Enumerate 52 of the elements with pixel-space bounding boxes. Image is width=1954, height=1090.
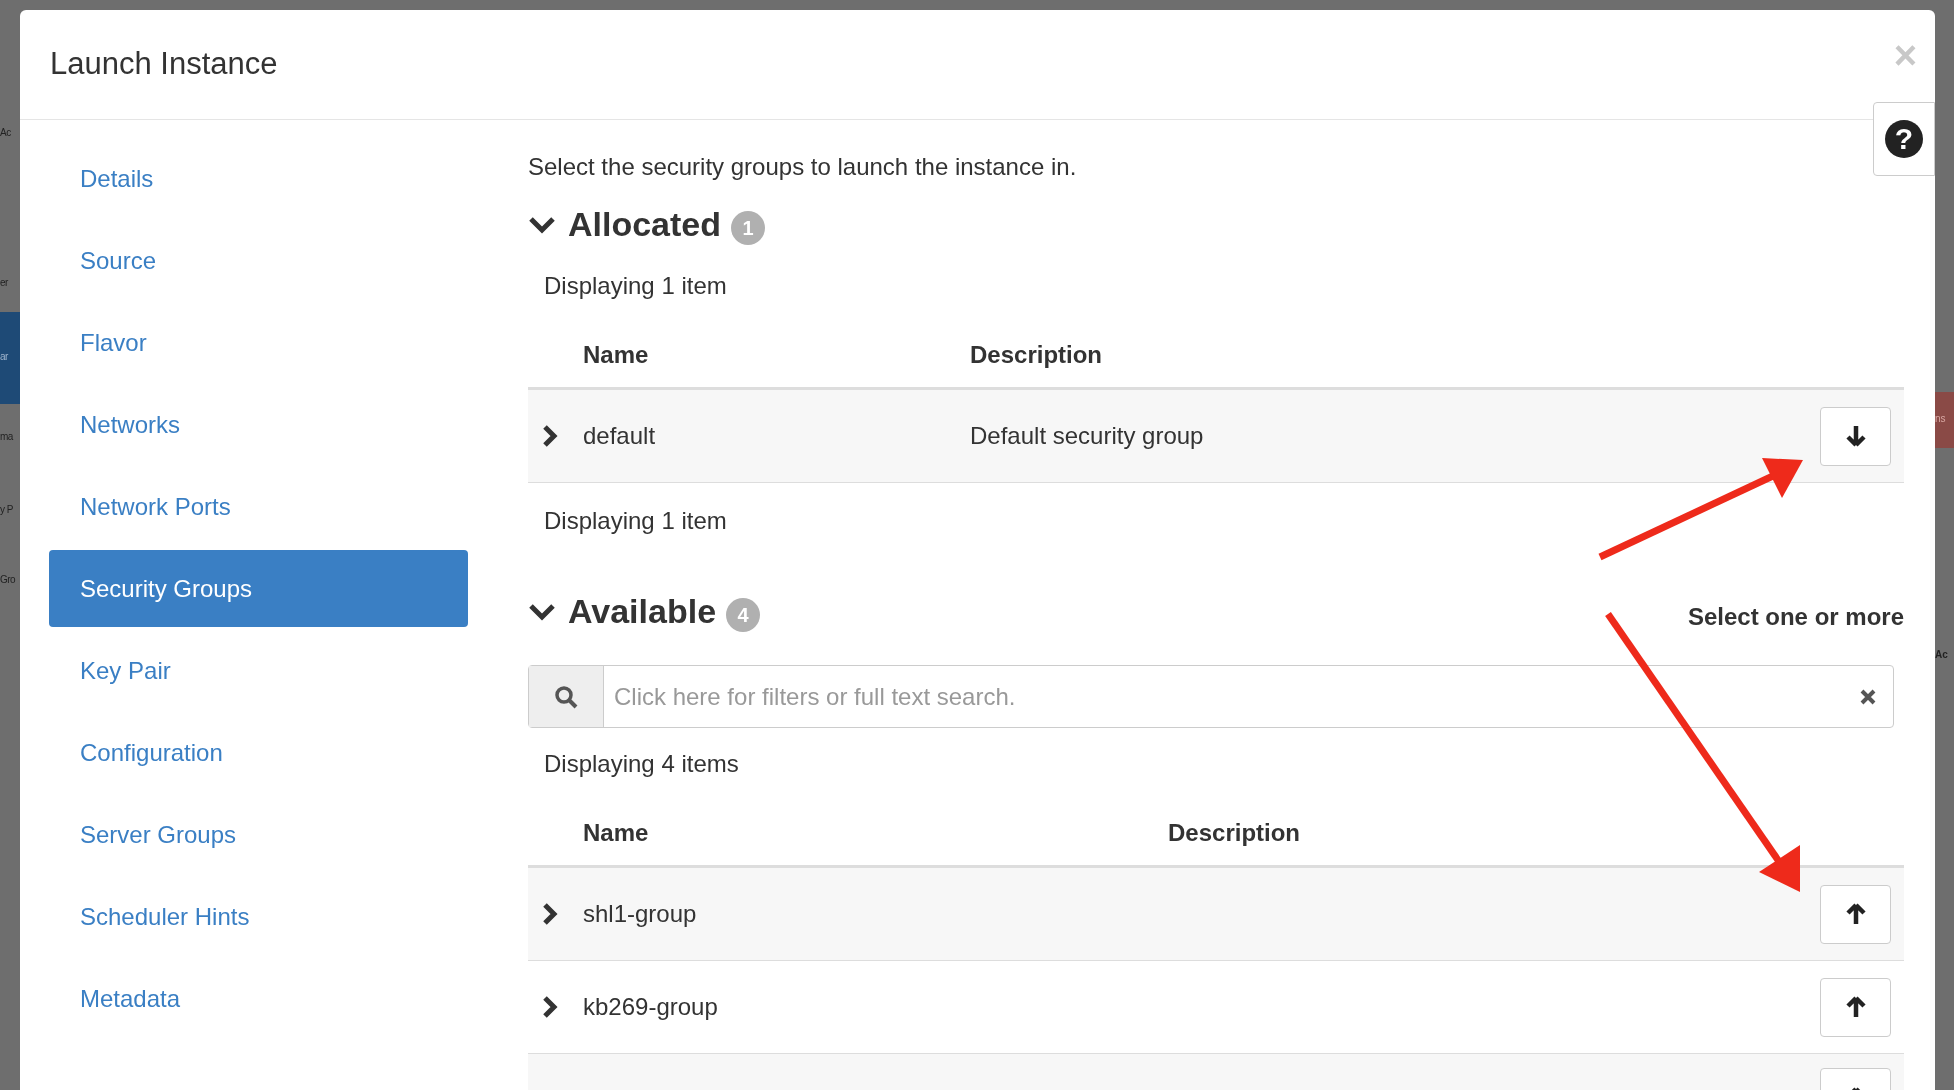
column-header: Name	[583, 818, 650, 848]
page-text-fragment: Ac	[0, 128, 11, 138]
page-text-fragment: Gro	[0, 575, 16, 585]
column-header: Description	[1168, 818, 1301, 848]
sidebar-tab[interactable]: Flavor	[49, 304, 468, 381]
item-count-text: Displaying 4 items	[544, 749, 740, 779]
sidebar-tab[interactable]: Metadata	[49, 960, 468, 1037]
dialog-title: Launch Instance	[50, 45, 278, 84]
allocate-button[interactable]	[1820, 884, 1891, 944]
column-header: Description	[970, 340, 1103, 370]
sidebar-tab[interactable]: Security Groups	[49, 550, 468, 627]
page-text-fragment: y P	[0, 505, 13, 515]
sidebar-tab[interactable]: Server Groups	[49, 796, 468, 873]
chevron-down-icon[interactable]	[528, 214, 556, 235]
page-text-fragment: Ac	[1935, 650, 1948, 660]
help-button[interactable]: ?	[1873, 102, 1935, 176]
arrow-up-icon	[1845, 996, 1866, 1018]
page-text-fragment: er	[0, 278, 8, 288]
column-header: Name	[583, 340, 650, 370]
page-highlight-bar	[1935, 392, 1954, 448]
search-icon	[554, 684, 578, 709]
item-count-text: Displaying 1 item	[544, 271, 728, 301]
allocate-button[interactable]	[1820, 977, 1891, 1037]
section-heading[interactable]: Allocated	[568, 199, 722, 250]
count-badge: 1	[731, 210, 766, 245]
hint-text: Select one or more	[1687, 602, 1904, 632]
sidebar-tab[interactable]: Scheduler Hints	[49, 878, 468, 955]
chevron-right-icon[interactable]	[542, 902, 558, 926]
page-text-fragment: ma	[0, 432, 13, 442]
item-count-text: Displaying 1 item	[544, 506, 728, 536]
sidebar-tab[interactable]: Network Ports	[49, 468, 468, 545]
sidebar-tab[interactable]: Source	[49, 222, 468, 299]
table-cell-text: shl1-group	[583, 899, 698, 929]
page-text-fragment: ns	[1935, 414, 1946, 424]
chevron-right-icon[interactable]	[542, 424, 558, 448]
close-icon	[1860, 688, 1876, 705]
sidebar-tab[interactable]: Details	[49, 140, 468, 217]
arrow-down-icon	[1845, 425, 1866, 447]
table-cell-text: default	[583, 421, 657, 451]
section-heading[interactable]: Available	[568, 586, 717, 637]
table-cell-text: Default security group	[970, 421, 1204, 451]
chevron-right-icon[interactable]	[542, 995, 558, 1019]
page-text-fragment: ar	[0, 352, 8, 362]
table-cell-text: kb269-group	[583, 992, 719, 1022]
sidebar-tab[interactable]: Configuration	[49, 714, 468, 791]
sidebar-tab[interactable]: Key Pair	[49, 632, 468, 709]
sidebar-tab[interactable]: Networks	[49, 386, 468, 463]
chevron-down-icon[interactable]	[528, 601, 556, 622]
arrow-up-icon	[1845, 903, 1866, 925]
instructions-text: Select the security groups to launch the instance in.	[528, 152, 1078, 182]
count-badge: 4	[726, 597, 761, 632]
deallocate-button[interactable]	[1820, 406, 1891, 466]
